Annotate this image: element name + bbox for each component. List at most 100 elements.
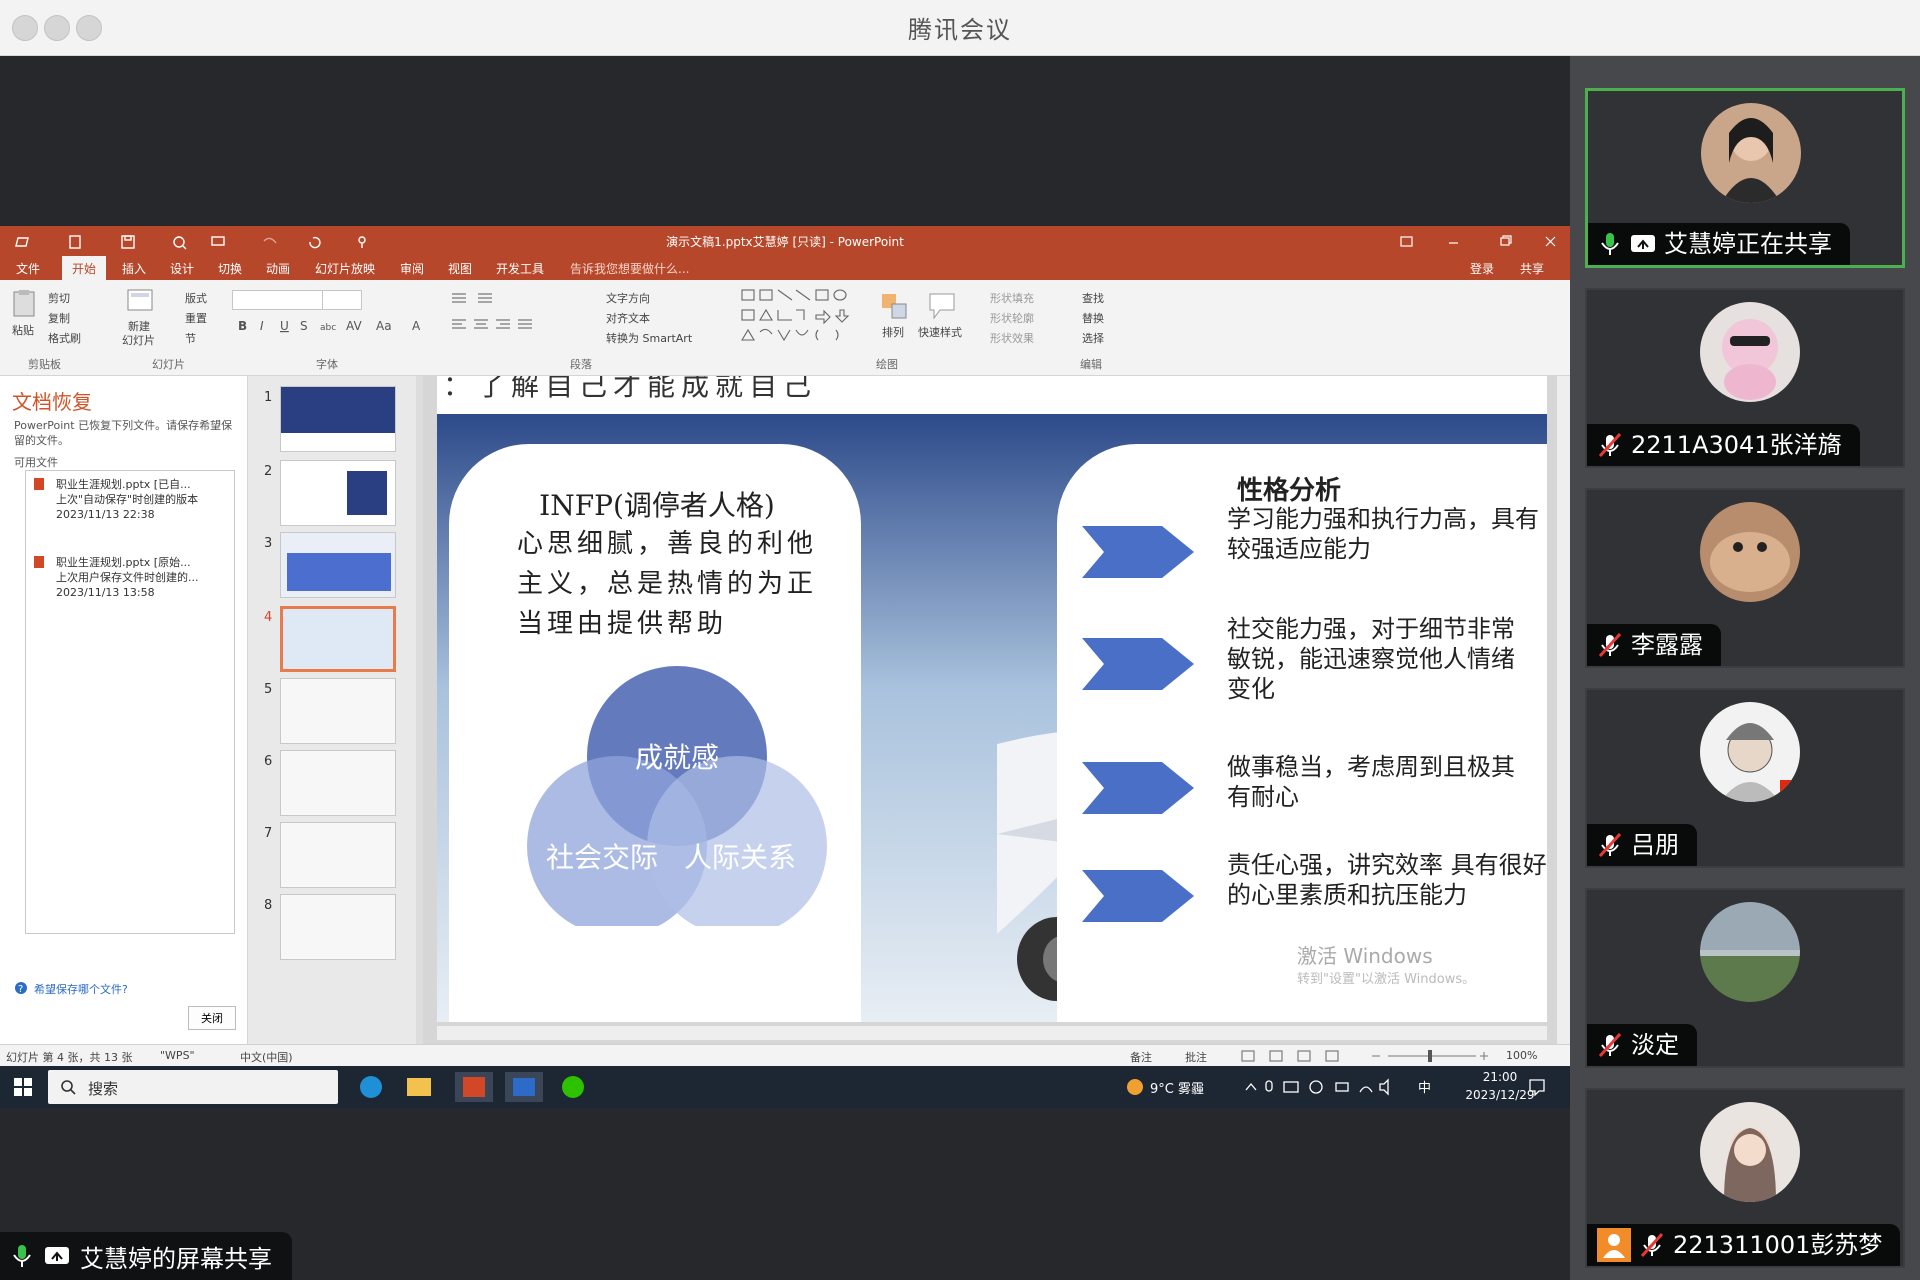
weather-text[interactable]: 9°C 雾霾 [1150,1078,1204,1097]
section-button[interactable]: 节 [185,330,196,346]
tab-design[interactable]: 设计 [170,260,194,277]
view-buttons[interactable] [1240,1049,1350,1063]
language-indicator[interactable]: 中文(中国) [240,1049,293,1065]
cut-button[interactable]: 剪切 [48,290,70,306]
notification-icon[interactable] [1528,1078,1546,1096]
paragraph-icons[interactable] [450,290,600,340]
recovery-file-name: 职业生涯规划.pptx [原始... [56,556,191,569]
tab-slideshow[interactable]: 幻灯片放映 [315,260,375,277]
taskbar-app-icons[interactable] [355,1072,595,1102]
screen-share-icon [1631,235,1655,252]
shape-effects-button[interactable]: 形状效果 [990,330,1034,346]
font-size-box[interactable] [322,290,362,310]
quick-styles-label[interactable]: 快速样式 [918,324,962,340]
avatar [1700,502,1800,602]
avatar [1700,902,1800,1002]
participant-sidebar: 艾慧婷正在共享 2211A3041张洋旖 李露露 吕朋 淡定 221311001… [1570,56,1920,1280]
tab-home[interactable]: 开始 [62,256,107,280]
new-slide-label-2[interactable]: 幻灯片 [122,332,155,348]
format-painter-button[interactable]: 格式刷 [48,330,81,346]
participant-name: 艾慧婷正在共享 [1664,230,1832,258]
thumbnail-scrollbar[interactable] [416,376,423,1044]
notes-button[interactable]: 备注 [1130,1049,1152,1065]
windows-start-icon[interactable] [14,1078,32,1096]
tab-file[interactable]: 文件 [16,260,40,277]
tab-view[interactable]: 视图 [448,260,472,277]
participant-tile[interactable]: 李露露 [1585,488,1905,668]
analysis-point: 社交能力强，对于细节非常敏锐，能迅速察觉他人情绪变化 [1227,615,1515,703]
tab-developer[interactable]: 开发工具 [496,260,544,277]
zoom-level[interactable]: 100% [1506,1049,1537,1062]
recovery-file-time: 2023/11/13 22:38 [56,508,155,521]
slide-thumbnail[interactable] [280,894,396,960]
zoom-slider[interactable] [1368,1049,1488,1063]
slide-thumbnail[interactable] [280,606,396,672]
quick-styles-icon[interactable] [926,290,960,322]
paste-label[interactable]: 粘贴 [12,322,34,338]
slide-thumbnail[interactable] [280,386,396,452]
slide-thumbnail[interactable] [280,822,396,888]
smartart-button[interactable]: 转换为 SmartArt [606,330,692,346]
analysis-title: 性格分析 [1237,476,1342,506]
participant-tile[interactable]: 吕朋 [1585,688,1905,868]
slide-thumbnail[interactable] [280,750,396,816]
mic-muted-icon [1598,432,1622,458]
find-button[interactable]: 查找 [1082,290,1104,306]
login-link[interactable]: 登录 [1470,260,1494,277]
recovery-description: PowerPoint 已恢复下列文件。请保存希望保留的文件。 [14,419,233,447]
tab-review[interactable]: 审阅 [400,260,424,277]
avatar [1700,302,1800,402]
tell-me-box[interactable]: 告诉我您想要做什么... [570,260,689,277]
arrange-label[interactable]: 排列 [882,324,904,340]
avatar [1701,103,1801,203]
arrange-icon[interactable] [880,292,910,320]
taskbar-search-box[interactable]: 搜索 [48,1070,338,1104]
participant-tile[interactable]: 2211A3041张洋旖 [1585,288,1905,468]
replace-button[interactable]: 替换 [1082,310,1104,326]
slide-vertical-scrollbar[interactable] [1557,376,1570,1044]
group-paragraph: 段落 [570,358,592,371]
slide-thumbnail[interactable] [280,678,396,744]
system-tray-icons[interactable] [1244,1078,1394,1096]
font-format-icons[interactable]: B I U Sabc AV Aa A [236,316,436,336]
shape-fill-button[interactable]: 形状填充 [990,290,1034,306]
mic-on-icon [13,1245,31,1267]
thumbnail-number: 3 [264,536,273,551]
ime-indicator[interactable]: 中 [1418,1077,1431,1096]
paste-icon[interactable] [10,288,40,318]
shape-outline-button[interactable]: 形状轮廓 [990,310,1034,326]
participant-tile[interactable]: 221311001彭苏梦 [1585,1088,1905,1268]
recovery-file-item[interactable]: 职业生涯规划.pptx [原始... 上次用户保存文件时创建的... 2023/… [32,555,228,600]
svg-text:U: U [280,319,289,333]
comments-button[interactable]: 批注 [1185,1049,1207,1065]
slide-thumbnail[interactable] [280,460,396,526]
screen-share-label: 艾慧婷的屏幕共享 [0,1232,292,1280]
tab-insert[interactable]: 插入 [122,260,146,277]
share-button[interactable]: 共享 [1520,260,1544,277]
new-slide-icon[interactable] [126,288,154,314]
slide-thumbnail[interactable] [280,532,396,598]
tab-animations[interactable]: 动画 [266,260,290,277]
which-file-link[interactable]: 希望保存哪个文件? [34,981,128,997]
search-icon [61,1080,76,1095]
slide-horizontal-scrollbar[interactable] [437,1026,1547,1040]
svg-text:I: I [260,319,264,333]
analysis-point: 学习能力强和执行力高，具有较强适应能力 [1227,505,1539,563]
ppt-window-controls[interactable] [1400,234,1560,250]
align-text-button[interactable]: 对齐文本 [606,310,650,326]
reset-button[interactable]: 重置 [185,310,207,326]
text-direction-button[interactable]: 文字方向 [606,290,650,306]
avatar [1700,702,1800,802]
slide-canvas[interactable]: ：了解自己才能成就自己 INFP(调停者人格) 心思细腻，善良的利他主义，总是热… [437,376,1547,1022]
participant-tile[interactable]: 艾慧婷正在共享 [1585,88,1905,268]
pptx-file-icon [34,556,44,568]
copy-button[interactable]: 复制 [48,310,70,326]
shapes-gallery[interactable] [740,288,870,348]
tab-transitions[interactable]: 切换 [218,260,242,277]
layout-button[interactable]: 版式 [185,290,207,306]
participant-tile[interactable]: 淡定 [1585,888,1905,1068]
document-recovery-pane: 文档恢复 PowerPoint 已恢复下列文件。请保存希望保留的文件。 可用文件… [0,376,248,1044]
recovery-file-item[interactable]: 职业生涯规划.pptx [已自... 上次"自动保存"时创建的版本 2023/1… [32,477,228,522]
select-button[interactable]: 选择 [1082,330,1104,346]
recovery-close-button[interactable]: 关闭 [188,1006,236,1030]
